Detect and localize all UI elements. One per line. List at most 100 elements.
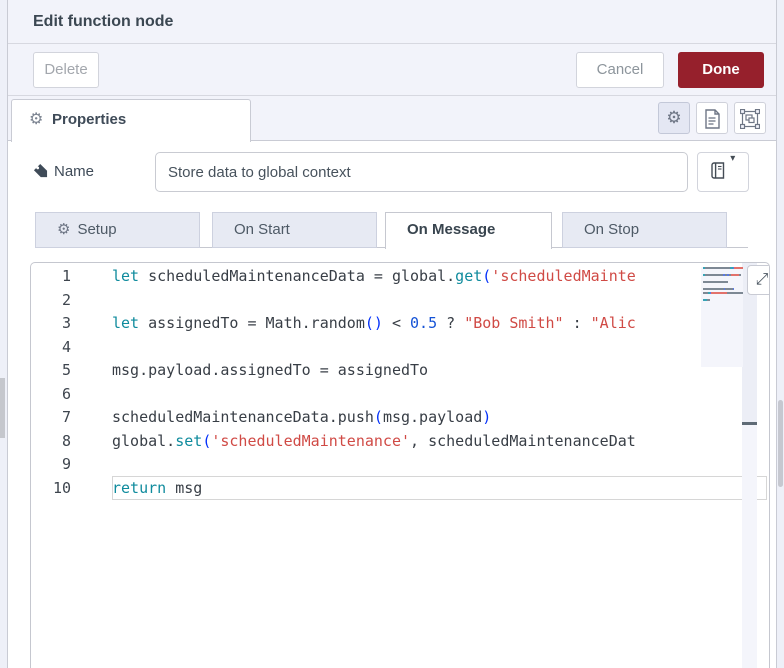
gear-icon: ⚙ (29, 111, 44, 128)
chevron-down-icon: ▾ (730, 153, 736, 164)
line-number: 2 (61, 290, 71, 309)
minimap-line (739, 274, 742, 276)
code-token: set (175, 431, 203, 450)
line-number: 9 (61, 455, 71, 473)
function-tab-bar: ⚙ Setup On Start On Message On Stop (8, 204, 776, 249)
code-line[interactable] (112, 336, 769, 360)
code-line[interactable]: let assignedTo = Math.random() < 0.5 ? "… (112, 312, 769, 336)
tab-properties[interactable]: ⚙ Properties (11, 99, 251, 142)
minimap[interactable] (701, 267, 743, 367)
minimap-line (732, 288, 734, 290)
line-number: 5 (61, 361, 71, 379)
editor-scrollbar-thumb-edge (742, 422, 757, 425)
name-type-button[interactable]: ▾ (697, 152, 749, 192)
group-selection-icon (739, 108, 761, 130)
tab-properties-label: Properties (52, 111, 127, 128)
minimap-line (733, 267, 743, 269)
edit-function-node-dialog: Edit function node Delete Cancel Done ⚙ … (0, 0, 784, 668)
code-token: ? (437, 314, 465, 332)
code-token: msg.payload.assignedTo = assignedTo (112, 361, 429, 379)
code-token: let (112, 267, 140, 285)
node-settings-button[interactable]: ⚙ (658, 102, 690, 134)
code-token: ) (482, 408, 492, 426)
code-token: global. (112, 431, 176, 450)
dialog-scrollbar-thumb[interactable] (778, 400, 783, 487)
editor-scrollbar[interactable] (742, 263, 757, 668)
code-token: 'scheduledMaintenance' (211, 431, 411, 450)
line-number: 10 (52, 478, 71, 497)
name-label: Name (33, 163, 94, 180)
line-number: 1 (61, 267, 71, 285)
line-number: 4 (61, 337, 71, 356)
minimap-line (724, 288, 733, 290)
left-tray-edge (0, 0, 8, 668)
code-line[interactable]: scheduledMaintenanceData.push(msg.payloa… (112, 406, 769, 430)
line-number: 6 (61, 384, 71, 403)
code-token: scheduledMaintenanceData = global. (139, 267, 456, 285)
code-token: () (364, 314, 383, 332)
minimap-line (703, 281, 729, 283)
code-token: ( (202, 431, 212, 450)
code-line[interactable]: return msg (112, 477, 769, 501)
minimap-line (705, 267, 731, 269)
code-rows[interactable]: let scheduledMaintenanceData = global.ge… (112, 265, 769, 500)
editor-tab-bar: ⚙ Properties ⚙ (8, 96, 776, 142)
delete-button[interactable]: Delete (33, 52, 99, 88)
code-token: msg (166, 478, 203, 497)
code-line[interactable] (112, 453, 769, 477)
code-token: assignedTo = Math.random (139, 314, 365, 332)
node-description-button[interactable] (696, 102, 728, 134)
name-input[interactable] (155, 152, 688, 192)
dialog-action-bar: Delete Cancel Done (8, 44, 776, 96)
code-token: ( (373, 408, 383, 426)
tab-on-message[interactable]: On Message (385, 212, 552, 249)
minimap-line (731, 274, 739, 276)
name-row: Name ▾ (8, 141, 776, 211)
minimap-line (703, 288, 724, 290)
line-number: 8 (61, 431, 71, 450)
code-line[interactable]: global.set('scheduledMaintenance', sched… (112, 430, 769, 454)
gear-icon: ⚙ (666, 108, 682, 127)
tab-on-stop[interactable]: On Stop (562, 212, 727, 248)
line-number: 7 (61, 408, 71, 426)
code-line[interactable] (112, 383, 769, 407)
minimap-line (705, 274, 724, 276)
code-line[interactable]: msg.payload.assignedTo = assignedTo (112, 359, 769, 383)
expand-editor-button[interactable]: ⤢ (747, 265, 769, 295)
code-token: < (382, 314, 411, 332)
tab-on-start[interactable]: On Start (212, 212, 377, 248)
code-gutter: 1 2 3 4 5 6 7 8 9 10 (31, 265, 101, 500)
node-appearance-button[interactable] (734, 102, 766, 134)
code-token: "Alic (590, 314, 636, 332)
done-button[interactable]: Done (678, 52, 764, 88)
code-token: ( (482, 267, 492, 285)
code-editor[interactable]: 1 2 3 4 5 6 7 8 9 10 let scheduledMaintenanceData… (30, 262, 770, 668)
minimap-line (727, 291, 743, 294)
left-scrollbar-thumb[interactable] (0, 378, 5, 438)
code-token: 0.5 (410, 314, 438, 332)
code-token: msg.payload (382, 408, 483, 426)
minimap-line (711, 291, 728, 294)
minimap-line (707, 298, 711, 301)
tag-icon (33, 163, 48, 178)
line-number: 3 (61, 314, 71, 332)
document-icon (705, 109, 720, 129)
dialog-header: Edit function node (8, 0, 776, 44)
code-token: scheduledMaintenanceData.push (112, 408, 374, 426)
book-icon (711, 162, 724, 179)
code-token: let (112, 314, 140, 332)
cancel-button[interactable]: Cancel (576, 52, 664, 88)
dialog-scrollbar[interactable] (776, 0, 784, 668)
code-token: return (112, 478, 167, 497)
tab-setup[interactable]: ⚙ Setup (35, 212, 200, 248)
code-line[interactable] (112, 289, 769, 313)
gear-icon: ⚙ (57, 221, 71, 238)
code-token: , scheduledMaintenanceDat (410, 431, 636, 450)
dialog-panel: Edit function node Delete Cancel Done ⚙ … (8, 0, 776, 668)
code-token: 'scheduledMainte (491, 267, 636, 285)
code-token: "Bob Smith" (464, 314, 564, 332)
code-line[interactable]: let scheduledMaintenanceData = global.ge… (112, 265, 769, 289)
code-token: get (455, 267, 483, 285)
dialog-title: Edit function node (33, 13, 174, 30)
code-token: : (563, 314, 591, 332)
